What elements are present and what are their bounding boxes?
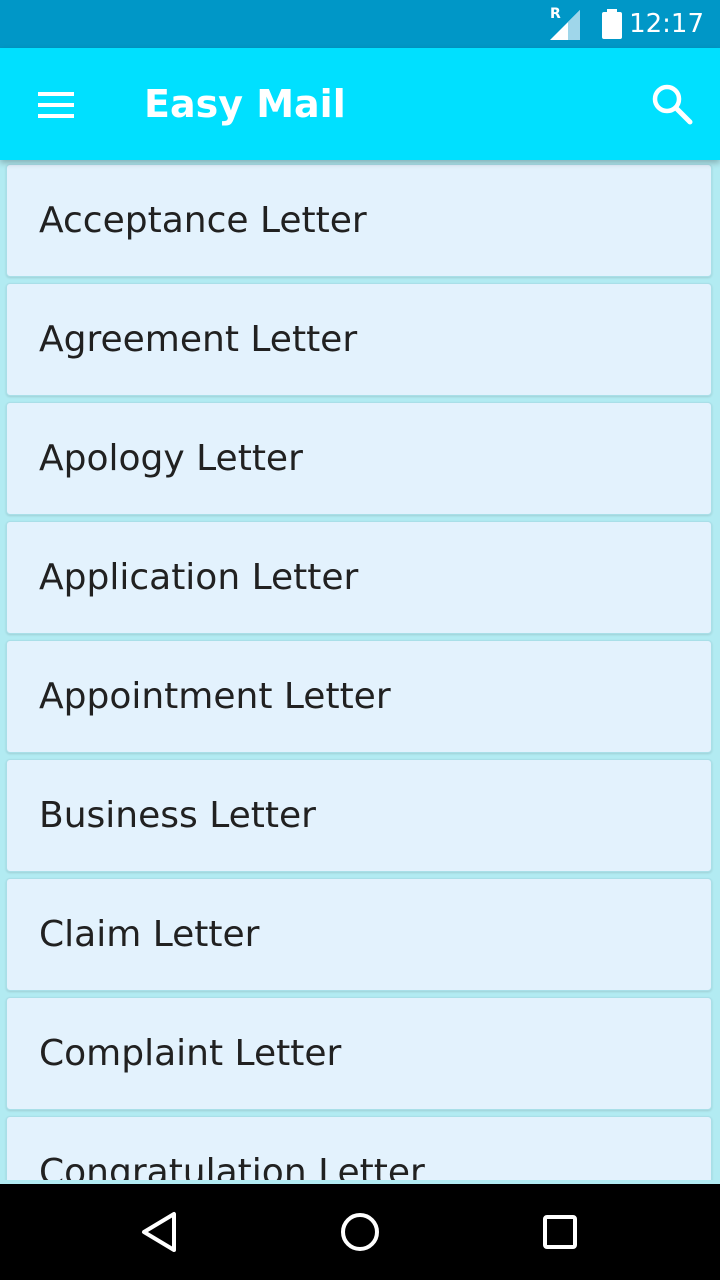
status-bar: R 12:17 bbox=[0, 0, 720, 48]
home-icon bbox=[341, 1213, 379, 1251]
list-item-claim-letter[interactable]: Claim Letter bbox=[6, 878, 712, 991]
list-item-appointment-letter[interactable]: Appointment Letter bbox=[6, 640, 712, 753]
list-item-label: Agreement Letter bbox=[39, 319, 358, 360]
list-item-business-letter[interactable]: Business Letter bbox=[6, 759, 712, 872]
home-button[interactable] bbox=[328, 1200, 392, 1264]
list-item-application-letter[interactable]: Application Letter bbox=[6, 521, 712, 634]
list-item-label: Apology Letter bbox=[39, 438, 303, 479]
list-item-label: Acceptance Letter bbox=[39, 200, 367, 241]
recents-icon bbox=[543, 1215, 577, 1249]
battery-icon bbox=[602, 9, 622, 39]
list-item-congratulation-letter[interactable]: Congratulation Letter bbox=[6, 1116, 712, 1180]
recents-button[interactable] bbox=[528, 1200, 592, 1264]
list-item-label: Congratulation Letter bbox=[39, 1152, 425, 1180]
app-bar: Easy Mail bbox=[0, 48, 720, 160]
back-icon bbox=[142, 1212, 176, 1252]
list-item-acceptance-letter[interactable]: Acceptance Letter bbox=[6, 164, 712, 277]
letter-list[interactable]: Acceptance Letter Agreement Letter Apolo… bbox=[0, 160, 720, 1180]
back-button[interactable] bbox=[128, 1200, 192, 1264]
list-item-complaint-letter[interactable]: Complaint Letter bbox=[6, 997, 712, 1110]
list-item-label: Application Letter bbox=[39, 557, 359, 598]
network-badge: R bbox=[550, 6, 561, 22]
status-time: 12:17 bbox=[629, 9, 704, 39]
app-title: Easy Mail bbox=[144, 82, 346, 126]
list-item-label: Complaint Letter bbox=[39, 1033, 342, 1074]
navigation-bar bbox=[0, 1184, 720, 1280]
list-item-label: Claim Letter bbox=[39, 914, 260, 955]
search-icon bbox=[652, 84, 693, 125]
list-item-label: Appointment Letter bbox=[39, 676, 391, 717]
search-button[interactable] bbox=[636, 68, 708, 140]
menu-icon bbox=[38, 92, 74, 118]
list-item-label: Business Letter bbox=[39, 795, 316, 836]
menu-button[interactable] bbox=[20, 68, 92, 140]
list-item-agreement-letter[interactable]: Agreement Letter bbox=[6, 283, 712, 396]
list-item-apology-letter[interactable]: Apology Letter bbox=[6, 402, 712, 515]
